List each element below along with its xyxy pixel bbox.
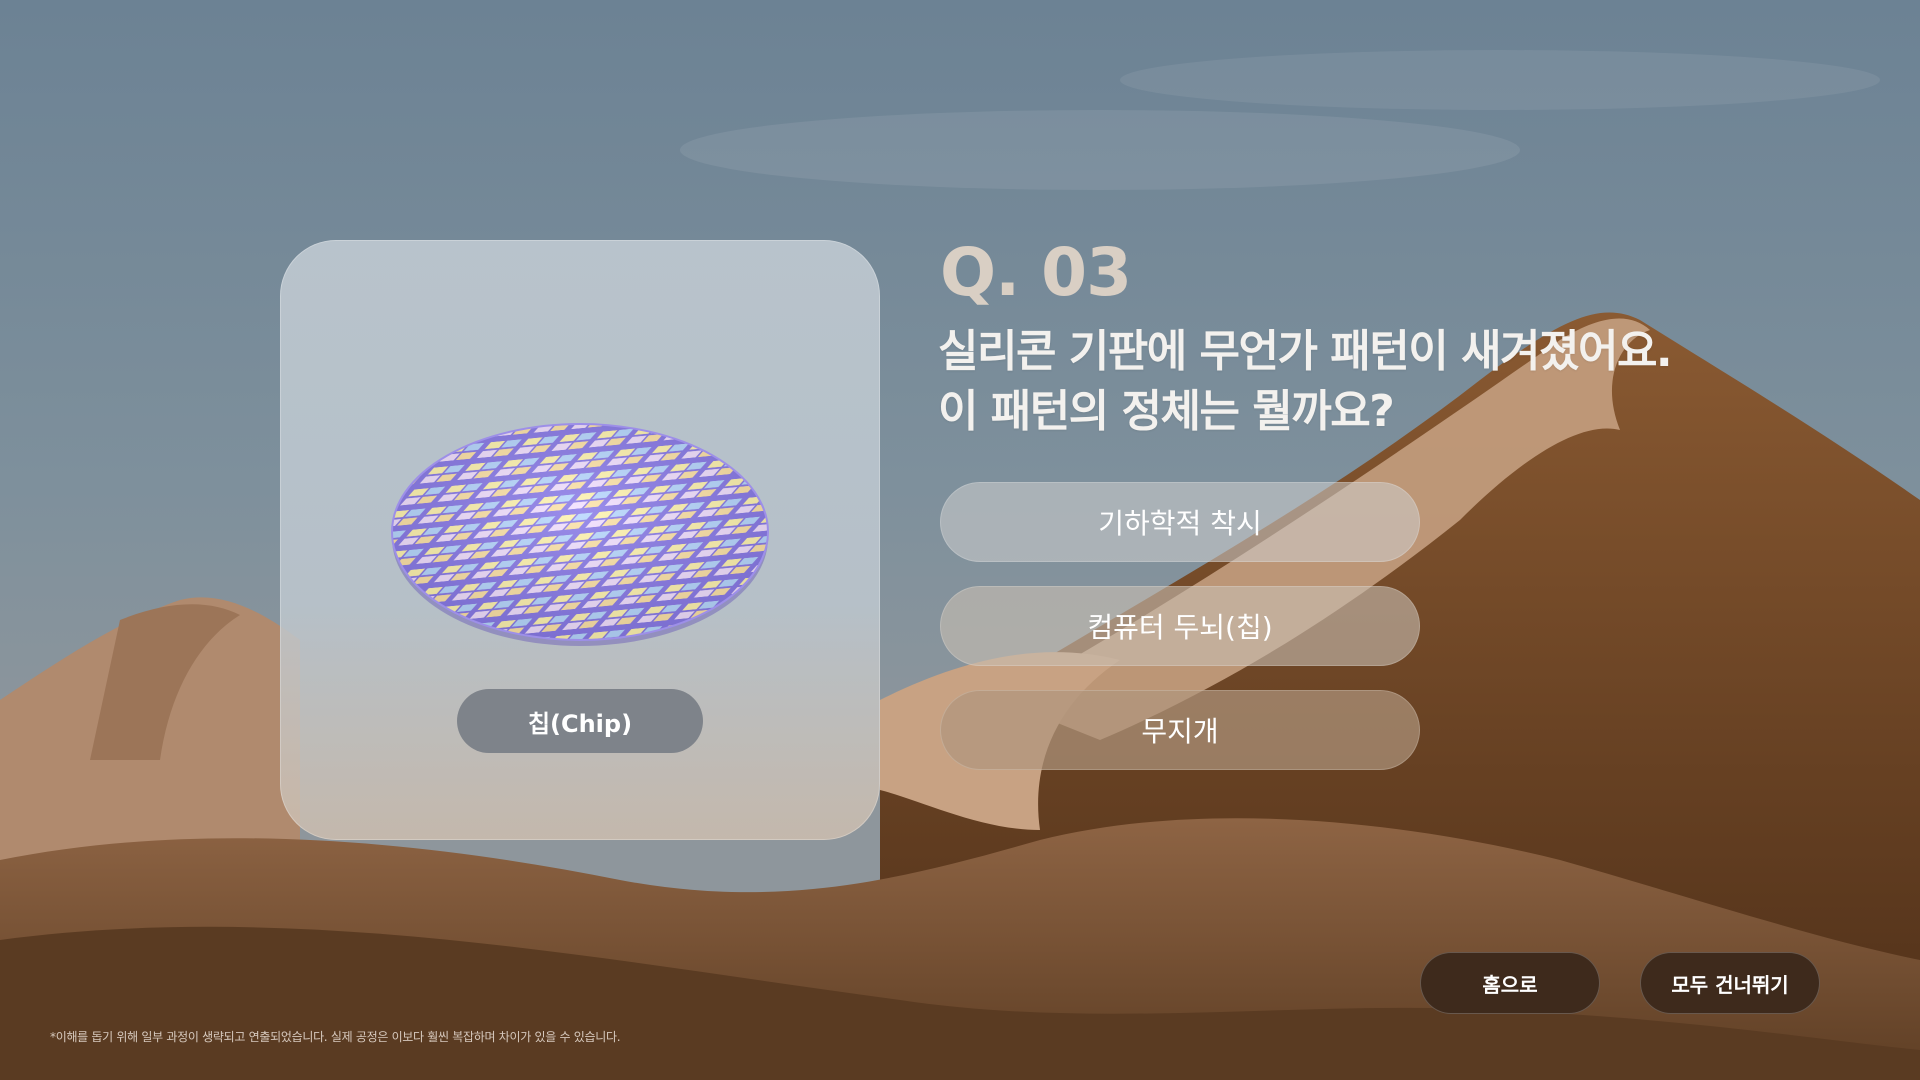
question-text: 실리콘 기판에 무언가 패턴이 새겨졌어요. 이 패턴의 정체는 뭘까요? — [938, 322, 1718, 442]
disclaimer-footnote: *이해를 돕기 위해 일부 과정이 생략되고 연출되었습니다. 실제 공정은 이… — [50, 1030, 621, 1044]
question-line-1: 실리콘 기판에 무언가 패턴이 새겨졌어요. — [938, 326, 1673, 377]
skip-all-button[interactable]: 모두 건너뛰기 — [1640, 952, 1820, 1014]
question-number: Q. 03 — [940, 234, 1132, 311]
option-button-3[interactable]: 무지개 — [940, 690, 1420, 770]
silicon-wafer-image — [391, 423, 769, 646]
quiz-screen: 칩(Chip) Q. 03 실리콘 기판에 무언가 패턴이 새겨졌어요. 이 패… — [0, 0, 1920, 1080]
home-button[interactable]: 홈으로 — [1420, 952, 1600, 1014]
answer-card: 칩(Chip) — [280, 240, 880, 840]
question-line-2: 이 패턴의 정체는 뭘까요? — [938, 386, 1395, 437]
option-button-2[interactable]: 컴퓨터 두뇌(칩) — [940, 586, 1420, 666]
option-button-1[interactable]: 기하학적 착시 — [940, 482, 1420, 562]
answer-label-pill: 칩(Chip) — [457, 689, 703, 753]
